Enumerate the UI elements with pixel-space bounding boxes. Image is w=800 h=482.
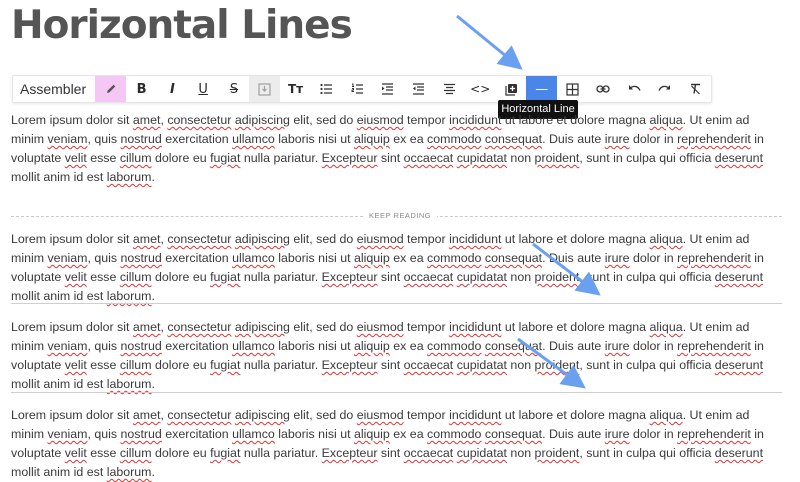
redo-icon — [658, 85, 671, 91]
paragraph-1[interactable]: Lorem ipsum dolor sit amet, consectetur … — [11, 111, 781, 187]
outdent-button[interactable] — [403, 76, 434, 102]
pencil-button[interactable] — [95, 76, 127, 102]
paragraph-4[interactable]: Lorem ipsum dolor sit amet, consectetur … — [11, 406, 781, 482]
insert-block-button[interactable] — [496, 76, 527, 102]
pencil-icon — [106, 84, 116, 93]
keep-reading-label: KEEP READING — [363, 211, 438, 220]
clear-formatting-button[interactable] — [680, 76, 711, 102]
table-icon — [566, 82, 579, 96]
bold-button[interactable]: B — [126, 76, 157, 102]
numbered-list-button[interactable] — [342, 76, 373, 102]
insert-image-button[interactable] — [249, 76, 281, 102]
clear-formatting-icon — [691, 83, 701, 95]
editor-toolbar: Assembler B I U S Tт <> — — [12, 75, 712, 103]
page-title: Horizontal Lines — [11, 3, 353, 48]
link-button[interactable] — [588, 76, 619, 102]
paragraph-3[interactable]: Lorem ipsum dolor sit amet, consectetur … — [11, 318, 781, 394]
indent-button[interactable] — [372, 76, 403, 102]
keep-reading-divider: KEEP READING — [11, 211, 782, 220]
horizontal-line-1 — [11, 303, 782, 304]
bulleted-list-icon — [320, 83, 332, 95]
numbered-list-icon — [351, 83, 363, 94]
table-button[interactable] — [557, 76, 588, 102]
arrow-to-horizontal-line-button — [456, 14, 523, 70]
italic-button[interactable]: I — [157, 76, 188, 102]
underline-button[interactable]: U — [188, 76, 219, 102]
align-center-icon — [443, 83, 455, 95]
undo-icon — [628, 85, 641, 91]
outdent-icon — [413, 83, 425, 95]
redo-button[interactable] — [650, 76, 681, 102]
code-button[interactable]: <> — [465, 76, 496, 102]
paragraph-2[interactable]: Lorem ipsum dolor sit amet, consectetur … — [11, 230, 781, 306]
paragraph-style-dropdown[interactable]: Assembler — [13, 76, 95, 102]
add-box-icon — [504, 83, 517, 96]
align-center-button[interactable] — [434, 76, 465, 102]
image-download-icon — [258, 82, 271, 96]
bulleted-list-button[interactable] — [311, 76, 342, 102]
horizontal-line-button[interactable]: — — [526, 76, 558, 102]
font-size-button[interactable]: Tт — [280, 76, 311, 102]
strikethrough-button[interactable]: S — [219, 76, 250, 102]
horizontal-line-2 — [11, 392, 782, 393]
undo-button[interactable] — [619, 76, 650, 102]
indent-icon — [382, 83, 394, 95]
link-icon — [596, 85, 610, 93]
